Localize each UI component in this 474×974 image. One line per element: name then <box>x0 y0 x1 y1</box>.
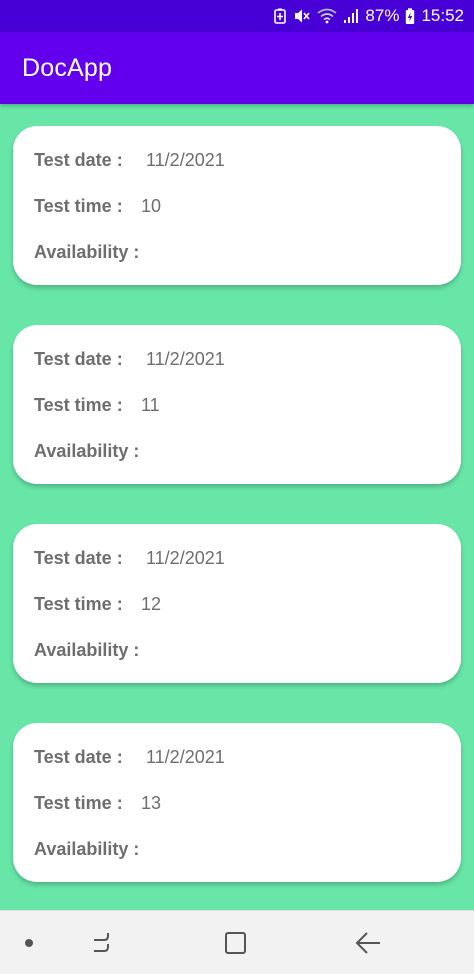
test-date-label: Test date : <box>34 548 123 568</box>
recents-icon[interactable] <box>88 927 120 959</box>
battery-saver-icon <box>273 8 287 24</box>
availability-label: Availability : <box>34 839 140 859</box>
appointment-card[interactable]: Test date : 11/2/2021 Test time : 10 Ava… <box>13 126 461 285</box>
test-time-label: Test time : <box>34 793 123 813</box>
home-icon[interactable] <box>220 927 252 959</box>
app-bar: DocApp <box>0 32 474 104</box>
appointment-card[interactable]: Test date : 11/2/2021 Test time : 11 Ava… <box>13 325 461 484</box>
mute-icon <box>293 8 311 24</box>
battery-charging-icon <box>405 7 415 25</box>
test-date-value: 11/2/2021 <box>146 150 225 170</box>
test-date-label: Test date : <box>34 747 123 767</box>
app-title: DocApp <box>22 53 113 82</box>
test-date-row: Test date : 11/2/2021 <box>34 548 225 569</box>
availability-row: Availability : <box>34 640 139 661</box>
test-date-label: Test date : <box>34 349 123 369</box>
test-date-label: Test date : <box>34 150 123 170</box>
test-time-value: 11 <box>141 395 160 415</box>
status-bar: 87% 15:52 <box>0 0 474 32</box>
test-time-row: Test time : 12 <box>34 594 161 615</box>
test-date-row: Test date : 11/2/2021 <box>34 349 225 370</box>
test-time-value: 12 <box>141 594 162 614</box>
clock: 15:52 <box>421 6 464 25</box>
test-time-row: Test time : 11 <box>34 395 160 416</box>
test-time-label: Test time : <box>34 196 123 216</box>
dot-icon[interactable] <box>13 927 45 959</box>
test-time-label: Test time : <box>34 395 123 415</box>
test-date-value: 11/2/2021 <box>146 747 225 767</box>
availability-label: Availability : <box>34 242 140 262</box>
appointment-card[interactable]: Test date : 11/2/2021 Test time : 12 Ava… <box>13 524 461 683</box>
availability-row: Availability : <box>34 242 139 263</box>
navigation-bar <box>0 910 474 974</box>
test-time-value: 13 <box>141 793 162 813</box>
signal-icon <box>343 8 359 24</box>
test-date-row: Test date : 11/2/2021 <box>34 747 225 768</box>
test-time-label: Test time : <box>34 594 123 614</box>
appointment-card[interactable]: Test date : 11/2/2021 Test time : 13 Ava… <box>13 723 461 882</box>
test-date-value: 11/2/2021 <box>146 548 225 568</box>
test-time-row: Test time : 10 <box>34 196 161 217</box>
appointment-list[interactable]: Test date : 11/2/2021 Test time : 10 Ava… <box>0 104 474 910</box>
availability-row: Availability : <box>34 839 139 860</box>
test-date-row: Test date : 11/2/2021 <box>34 150 225 171</box>
back-icon[interactable] <box>352 927 384 959</box>
availability-row: Availability : <box>34 441 139 462</box>
wifi-icon <box>317 8 337 24</box>
availability-label: Availability : <box>34 441 140 461</box>
test-time-value: 10 <box>141 196 162 216</box>
battery-percent: 87% <box>365 6 400 25</box>
test-time-row: Test time : 13 <box>34 793 161 814</box>
test-date-value: 11/2/2021 <box>146 349 225 369</box>
availability-label: Availability : <box>34 640 140 660</box>
